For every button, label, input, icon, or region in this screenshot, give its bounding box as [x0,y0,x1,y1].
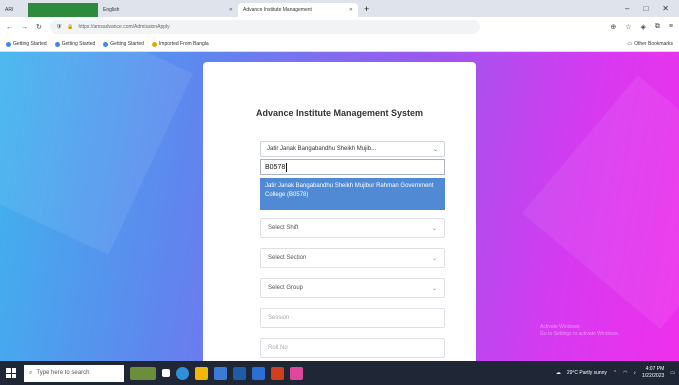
close-icon[interactable]: ✕ [349,7,353,13]
shift-select[interactable]: Select Shift ⌄ [260,218,445,238]
roll-placeholder: Roll No [268,345,288,351]
edge-icon[interactable] [176,366,189,380]
group-select-label: Select Group [268,285,304,291]
watermark-line: Go to Settings to activate Windows. [540,331,619,337]
search-icon: ⌕ [29,369,33,376]
tab-label: ARI [5,7,14,13]
back-icon[interactable]: ← [6,24,13,31]
forward-icon[interactable]: → [21,24,28,31]
dropdown-option[interactable]: Jatir Janak Bangabandhu Sheikh Mujibur R… [260,178,445,210]
bookmark-label: Imported From Bangla [158,41,209,47]
activation-watermark: Activate Windows Go to Settings to activ… [540,324,619,338]
maximize-icon[interactable]: □ [643,4,648,13]
page-title: Advance Institute Management System [255,108,424,118]
bookmark-icon [54,41,60,47]
shield-pocket-icon[interactable]: ◈ [641,23,646,31]
text-cursor [286,162,288,172]
section-select[interactable]: Select Section ⌄ [260,248,445,268]
star-icon[interactable]: ☆ [625,23,631,31]
admission-form-card: Advance Institute Management System Jati… [203,62,476,361]
bookmarks-bar: Getting Started Getting Started Getting … [0,37,679,52]
new-tab-button[interactable]: + [358,4,375,14]
other-bookmarks[interactable]: ▭ Other Bookmarks [627,41,673,47]
taskbar-search-placeholder: Type here to search [36,370,90,376]
institution-search-input[interactable]: B0578 [260,159,445,175]
weather-text: 29°C Partly sunny [566,370,607,376]
browser-tab-bar: ARI English ✕ Advance Institute Managemen… [0,0,679,17]
taskbar: ⌕ Type here to search ☁ 29°C Partly sunn… [0,361,679,385]
bookmark-item[interactable]: Getting Started [54,41,96,47]
extensions-icon[interactable]: ⧉ [655,23,660,31]
notification-icon[interactable]: ▭ [670,370,675,376]
tab-label: English [103,7,120,13]
watermark-line: Activate Windows [540,324,580,330]
decorative-shape [0,52,193,255]
word-icon[interactable] [252,366,265,380]
clock-time: 4:07 PM [645,366,665,372]
bookmark-label: Getting Started [110,41,144,47]
tab-english[interactable]: English ✕ [98,3,238,17]
bookmark-label: Getting Started [61,41,96,47]
other-bookmarks-label: Other Bookmarks [634,41,673,47]
institution-selected-value: Jatir Janak Bangabandhu Sheikh Mujib... [267,146,377,152]
tab-active[interactable]: Advance Institute Management ✕ [238,3,358,17]
speaker-icon[interactable]: ♪ [634,370,637,376]
menu-icon[interactable]: ≡ [669,23,673,31]
bookmark-icon [151,41,157,47]
navigation-bar: ← → ↻ 🛡 🔒 https://amsadvance.com/Admissi… [0,17,679,37]
lock-icon: 🔒 [67,24,74,30]
institution-select[interactable]: Jatir Janak Bangabandhu Sheikh Mujib... … [260,141,445,157]
folder-icon: ▭ [627,41,633,47]
address-bar[interactable]: 🛡 🔒 https://amsadvance.com/AdmissionAppl… [49,20,480,34]
landscape-icon[interactable] [130,366,156,380]
chevron-up-icon[interactable]: ⌃ [613,370,617,376]
clock[interactable]: 4:07 PM 1/22/2023 [642,366,664,380]
zoom-icon[interactable]: ⊕ [610,23,616,31]
store-icon[interactable] [214,366,227,380]
app-icon[interactable] [271,366,284,380]
bookmark-item[interactable]: Getting Started [6,41,47,47]
task-view-icon[interactable] [162,369,170,377]
bookmark-item[interactable]: Getting Started [103,41,144,47]
weather-icon: ☁ [555,370,561,376]
chevron-down-icon: ⌄ [431,285,437,292]
bookmark-icon [6,41,11,47]
shield-icon: 🛡 [55,24,63,30]
minimize-icon[interactable]: – [625,4,629,13]
reload-icon[interactable]: ↻ [36,23,42,31]
window-controls: – □ ✕ [625,4,679,13]
shift-select-label: Select Shift [268,225,299,231]
session-placeholder: Session [268,315,290,321]
windows-start-icon[interactable] [4,366,18,380]
chevron-down-icon: ⌄ [432,146,438,153]
session-input[interactable]: Session [260,308,445,328]
file-explorer-icon[interactable] [195,366,208,380]
decorative-shape [522,75,679,329]
tab-task[interactable] [28,3,98,17]
roll-input[interactable]: Roll No [260,338,445,358]
taskbar-search[interactable]: ⌕ Type here to search [24,364,124,382]
clock-date: 1/22/2023 [642,373,665,379]
tab-ari[interactable]: ARI [0,3,28,17]
group-select[interactable]: Select Group ⌄ [260,278,445,298]
network-icon[interactable]: ◠ [623,370,627,376]
chevron-down-icon: ⌄ [431,255,437,262]
tab-label: Advance Institute Management [243,7,312,13]
mail-icon[interactable] [233,366,246,380]
close-icon[interactable]: ✕ [229,7,233,13]
address-text: https://amsadvance.com/AdmissionApply [78,24,170,30]
bookmark-item[interactable]: Imported From Bangla [151,41,209,47]
chevron-down-icon: ⌄ [431,225,437,232]
close-window-icon[interactable]: ✕ [662,4,669,13]
bookmark-label: Getting Started [13,41,47,47]
firefox-icon[interactable] [290,366,303,380]
section-select-label: Select Section [268,255,307,261]
bookmark-icon [103,41,109,47]
search-input-value: B0578 [265,163,286,171]
page-background: Advance Institute Management System Jati… [0,52,679,361]
system-tray: ☁ 29°C Partly sunny ⌃ ◠ ♪ 4:07 PM 1/22/2… [556,366,675,380]
